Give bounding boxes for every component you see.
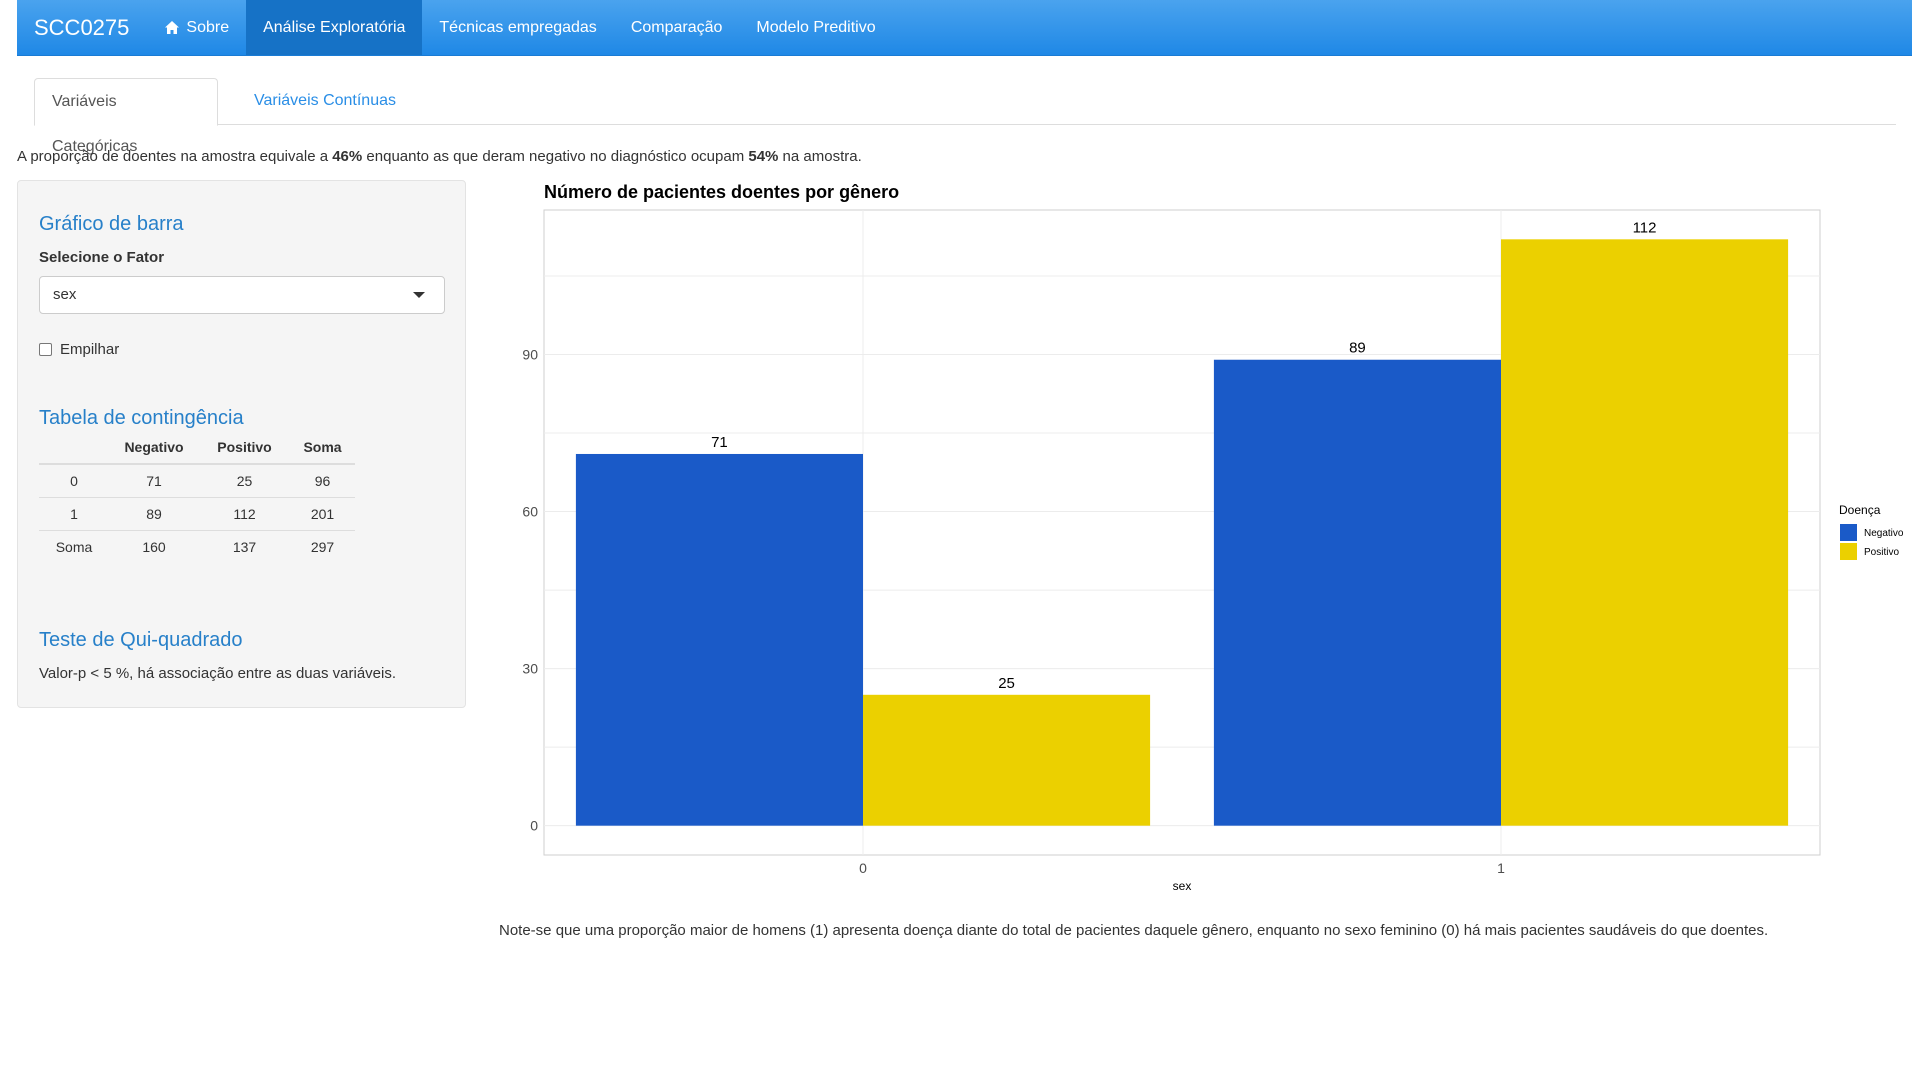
legend-label-negativo: Negativo bbox=[1864, 528, 1904, 539]
bar-chart: 71 25 89 112 0 30 60 90 0 1 sex Doença Negativo … bbox=[522, 209, 1904, 893]
x-tick-label: 0 bbox=[859, 860, 867, 876]
bar-label: 112 bbox=[1633, 219, 1657, 236]
x-axis-label: sex bbox=[1173, 879, 1192, 893]
legend-swatch-positivo bbox=[1840, 543, 1857, 560]
chart-note: Note-se que uma proporção maior de homen… bbox=[499, 922, 1769, 939]
bar-label: 89 bbox=[1349, 340, 1366, 357]
legend: Doença Negativo Positivo bbox=[1839, 503, 1904, 560]
bar-label: 25 bbox=[998, 675, 1015, 692]
legend-label-positivo: Positivo bbox=[1864, 547, 1899, 558]
y-tick-label: 30 bbox=[522, 661, 538, 677]
bar-positivo-1 bbox=[1501, 239, 1789, 826]
bar-negativo-1 bbox=[1213, 359, 1501, 826]
bar-label: 71 bbox=[711, 434, 728, 451]
bar-negativo-0 bbox=[575, 453, 863, 826]
y-tick-label: 90 bbox=[522, 346, 538, 362]
legend-swatch-negativo bbox=[1840, 524, 1857, 541]
legend-title: Doença bbox=[1839, 503, 1881, 517]
y-tick-label: 0 bbox=[530, 818, 538, 834]
y-tick-label: 60 bbox=[522, 504, 538, 520]
bar-positivo-0 bbox=[863, 694, 1151, 826]
x-tick-label: 1 bbox=[1497, 860, 1505, 876]
